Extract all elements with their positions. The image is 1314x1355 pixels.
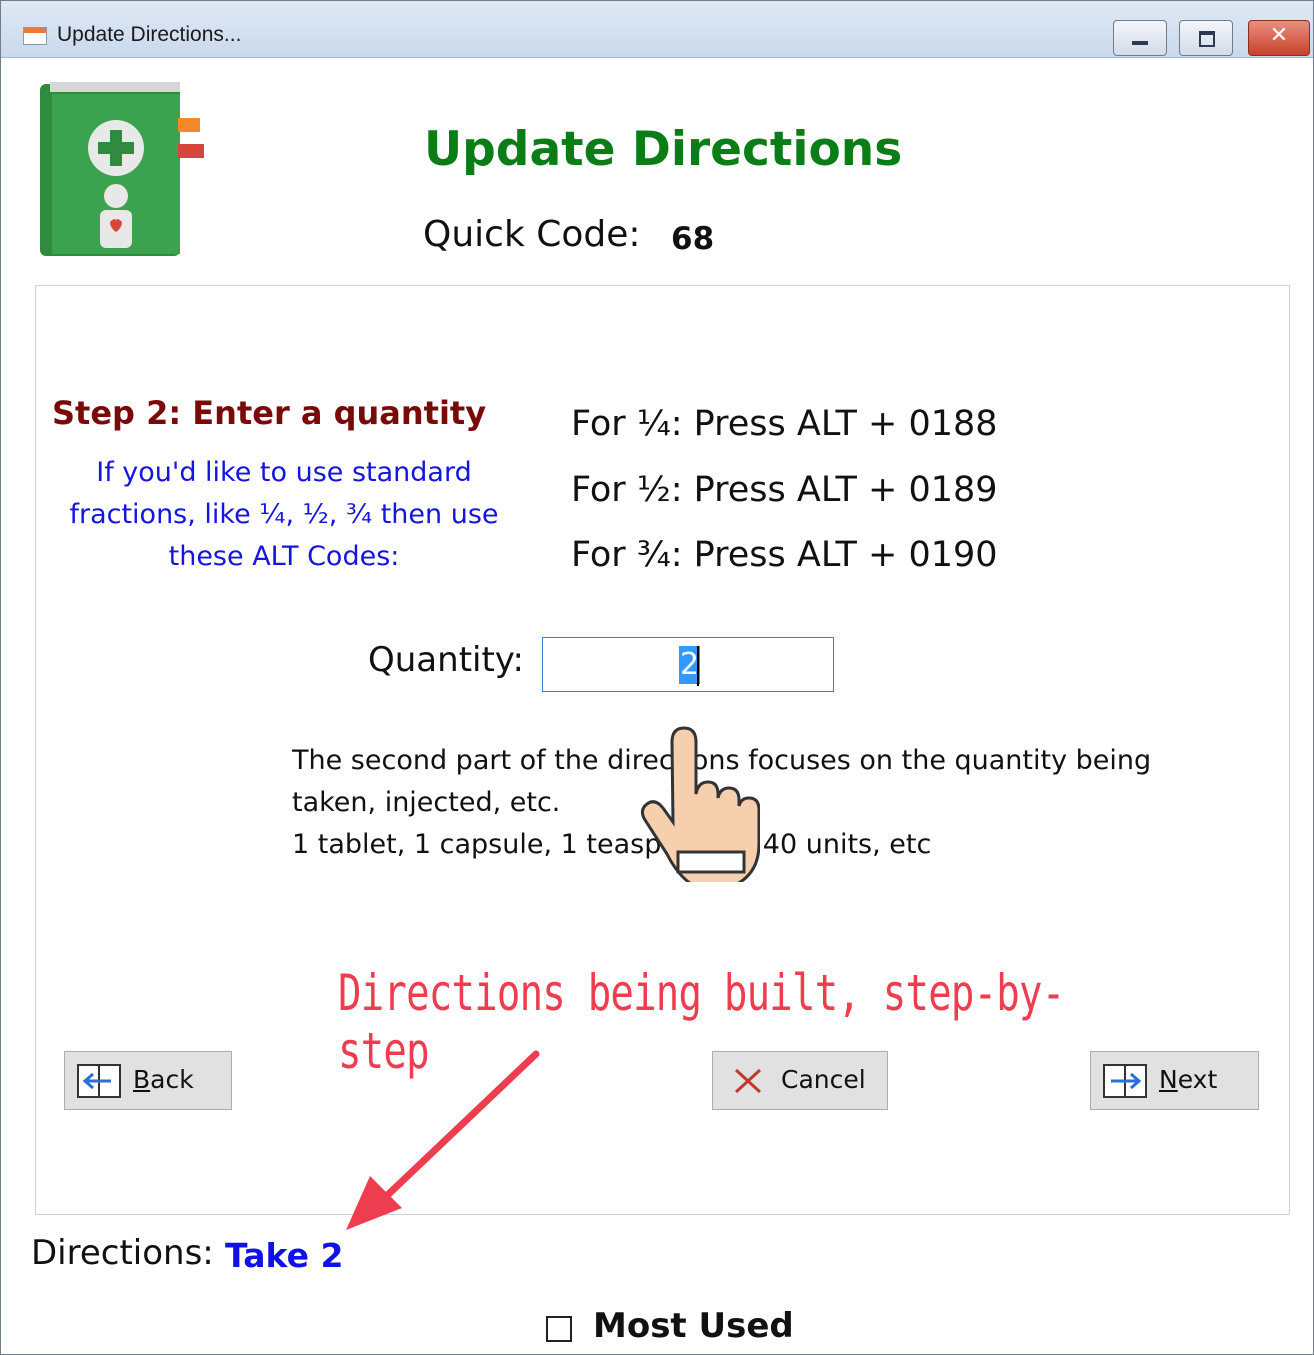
description-line: taken, injected, etc. bbox=[292, 787, 561, 818]
next-button[interactable]: Next bbox=[1090, 1051, 1259, 1110]
next-button-label: Next bbox=[1159, 1065, 1218, 1094]
back-button[interactable]: Back bbox=[64, 1051, 232, 1110]
most-used-label[interactable]: Most Used bbox=[593, 1306, 794, 1346]
most-used-checkbox[interactable] bbox=[546, 1316, 572, 1342]
back-button-label: Back bbox=[133, 1065, 194, 1094]
close-icon: ✕ bbox=[1269, 23, 1289, 48]
cancel-button-label: Cancel bbox=[781, 1065, 866, 1094]
close-button[interactable]: ✕ bbox=[1248, 20, 1310, 56]
page-title: Update Directions bbox=[424, 122, 903, 177]
window-title: Update Directions... bbox=[57, 23, 242, 46]
close-x-icon bbox=[734, 1068, 762, 1094]
maximize-button[interactable] bbox=[1179, 20, 1233, 56]
alt-code-quarter: For ¼: Press ALT + 0188 bbox=[571, 404, 998, 444]
hand-pointer-icon bbox=[640, 726, 760, 882]
cancel-button[interactable]: Cancel bbox=[712, 1051, 888, 1110]
minimize-button[interactable] bbox=[1113, 20, 1167, 56]
quantity-label: Quantity: bbox=[368, 640, 524, 680]
directions-value: Take 2 bbox=[225, 1236, 344, 1275]
description-line: 1 tablet, 1 capsule, 1 teaspoonful, 40 u… bbox=[292, 829, 932, 860]
alt-code-half: For ½: Press ALT + 0189 bbox=[571, 470, 998, 510]
text-caret bbox=[697, 646, 699, 686]
next-arrow-icon bbox=[1103, 1064, 1147, 1098]
directions-label: Directions: bbox=[31, 1233, 214, 1273]
step-title: Step 2: Enter a quantity bbox=[52, 394, 487, 432]
title-bar[interactable]: Update Directions... ✕ bbox=[1, 1, 1313, 58]
quick-code-label: Quick Code: bbox=[423, 214, 641, 255]
step-help-text: If you'd like to use standard fractions,… bbox=[69, 457, 499, 572]
medical-book-icon bbox=[40, 82, 204, 256]
back-arrow-icon bbox=[77, 1064, 121, 1098]
quick-code-value: 68 bbox=[671, 221, 715, 257]
window-app-icon bbox=[23, 27, 47, 45]
annotation-arrow bbox=[346, 1050, 540, 1230]
alt-code-three-quarters: For ¾: Press ALT + 0190 bbox=[571, 535, 998, 575]
